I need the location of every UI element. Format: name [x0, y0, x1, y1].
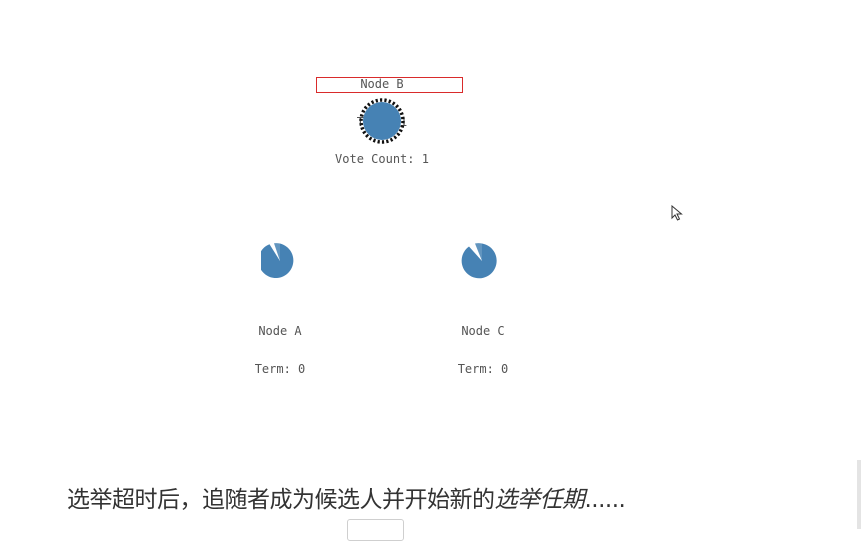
vote-count-highlight-box: [316, 77, 463, 93]
caption-text: 选举超时后，追随者成为候选人并开始新的: [67, 487, 495, 513]
node-c-label: Node C Term: 0: [403, 300, 563, 388]
caption-suffix: ......: [584, 487, 626, 513]
node-b-body: [363, 102, 401, 140]
caption-emphasis: 选举任期: [494, 487, 586, 513]
node-c-name: Node C: [461, 324, 505, 338]
node-a-name: Node A: [258, 324, 302, 338]
mouse-pointer-icon: [671, 205, 683, 221]
node-a-label: Node A Term: 0: [200, 300, 360, 388]
node-a-term: Term: 0: [254, 361, 306, 376]
node-c-term: Term: 0: [457, 361, 509, 376]
scrollbar[interactable]: [857, 460, 861, 529]
explanation-caption: 选举超时后，追随者成为候选人并开始新的选举任期......: [67, 480, 626, 514]
node-b-vote-count: Vote Count: 1: [335, 152, 429, 166]
node-c-circle[interactable]: [461, 240, 503, 280]
node-a-circle[interactable]: [261, 240, 299, 280]
continue-button[interactable]: [347, 519, 404, 541]
node-b-circle[interactable]: [356, 95, 408, 147]
